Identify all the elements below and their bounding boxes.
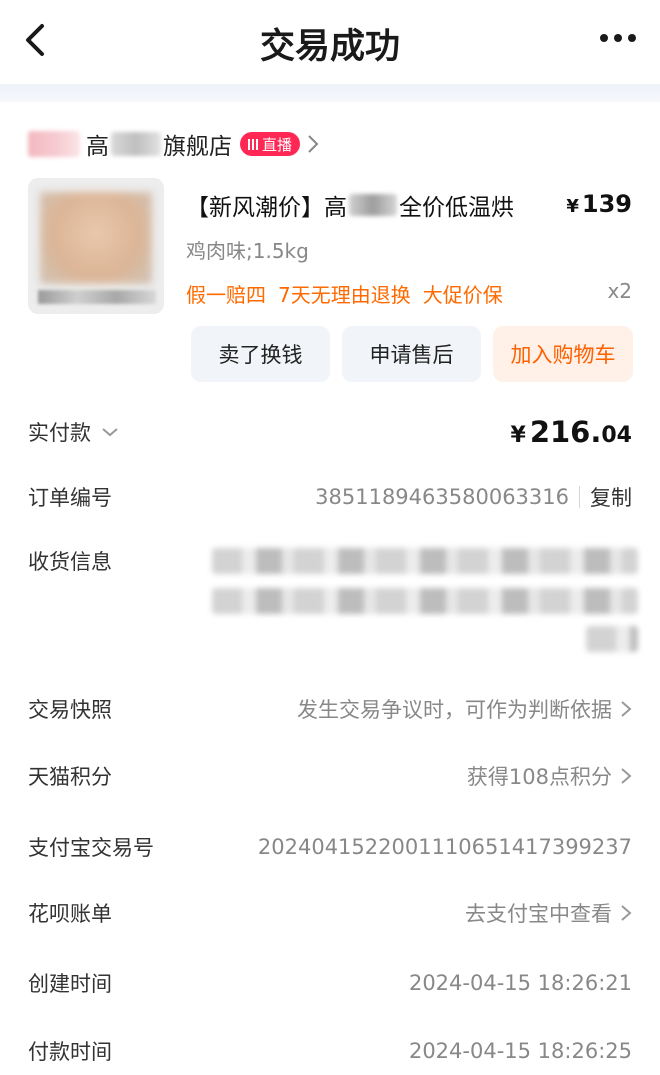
paid-int: 216. xyxy=(529,415,602,449)
order-number-row: 订单编号 3851189463580063316 复制 xyxy=(28,477,632,517)
paid-amount-label-wrap: 实付款 xyxy=(28,417,119,447)
huabei-value-wrap: 去支付宝中查看 xyxy=(465,898,632,928)
shop-name-redacted xyxy=(111,132,161,156)
product-service-tags: 假一赔四 7天无理由退换 大促价保 xyxy=(186,279,503,308)
created-time-label: 创建时间 xyxy=(28,972,112,996)
points-value: 获得108点积分 xyxy=(466,765,612,789)
live-bars-icon xyxy=(248,138,258,150)
snapshot-value: 发生交易争议时，可作为判断依据 xyxy=(297,698,612,722)
divider xyxy=(579,486,580,508)
address-line3-redacted xyxy=(586,626,638,652)
alipay-trade-row: 支付宝交易号 2024041522001110651417399237 xyxy=(28,827,632,867)
paid-amount-row[interactable]: 实付款 ¥216.04 xyxy=(28,412,632,452)
shop-name-part1: 高 xyxy=(86,134,109,160)
alipay-trade-label: 支付宝交易号 xyxy=(28,836,154,860)
points-value-wrap: 获得108点积分 xyxy=(467,761,632,791)
chevron-right-icon xyxy=(621,768,632,784)
paid-dec: 04 xyxy=(601,423,632,448)
product-thumbnail[interactable] xyxy=(28,178,164,314)
price-currency: ¥ xyxy=(566,196,579,217)
product-image-caption-blurred xyxy=(38,290,156,304)
address-label: 收货信息 xyxy=(28,550,112,574)
order-number-label: 订单编号 xyxy=(28,486,112,510)
created-time-value: 2024-04-15 18:26:21 xyxy=(408,971,632,995)
product-spec: 鸡肉味;1.5kg xyxy=(186,239,309,263)
live-badge-label: 直播 xyxy=(262,135,293,154)
shop-row[interactable]: 高 旗舰店 直播 xyxy=(28,126,320,162)
nav-header: 交易成功 xyxy=(0,0,660,84)
points-label: 天猫积分 xyxy=(28,765,112,789)
paid-amount-label: 实付款 xyxy=(28,421,91,445)
order-number-value-wrap: 3851189463580063316 复制 xyxy=(315,482,632,512)
more-options-icon[interactable] xyxy=(598,26,638,50)
paid-amount-value: ¥216.04 xyxy=(511,415,633,449)
snapshot-label: 交易快照 xyxy=(28,698,112,722)
product-price: ¥139 xyxy=(566,190,632,218)
huabei-value: 去支付宝中查看 xyxy=(465,902,612,926)
copy-button[interactable]: 复制 xyxy=(590,482,632,512)
product-quantity: x2 xyxy=(607,279,632,303)
chevron-right-icon xyxy=(621,905,632,921)
alipay-trade-value: 2024041522001110651417399237 xyxy=(257,835,632,859)
shop-logo-blurred xyxy=(28,131,80,157)
live-badge[interactable]: 直播 xyxy=(240,132,301,156)
snapshot-value-wrap: 发生交易争议时，可作为判断依据 xyxy=(297,694,632,724)
product-title-part2: 全价低温烘 xyxy=(399,195,514,221)
paid-time-row: 付款时间 2024-04-15 18:26:25 xyxy=(28,1031,632,1071)
page-title: 交易成功 xyxy=(259,27,400,67)
product-title-part1: 【新风潮价】高 xyxy=(186,195,347,221)
paid-currency: ¥ xyxy=(510,423,526,448)
points-row[interactable]: 天猫积分 获得108点积分 xyxy=(28,756,632,796)
chevron-down-icon[interactable] xyxy=(101,426,119,438)
address-line2-redacted xyxy=(212,588,638,614)
tag-price-protect: 大促价保 xyxy=(422,283,503,307)
chevron-right-icon xyxy=(621,701,632,717)
add-to-cart-button[interactable]: 加入购物车 xyxy=(493,326,633,382)
paid-time-value: 2024-04-15 18:26:25 xyxy=(408,1039,632,1063)
price-value: 139 xyxy=(581,190,632,218)
header-separator-band xyxy=(0,84,660,102)
chevron-right-icon xyxy=(308,135,319,153)
tag-7day-return: 7天无理由退换 xyxy=(278,283,411,307)
product-title[interactable]: 【新风潮价】高 全价低温烘 xyxy=(186,188,514,222)
address-line1-redacted xyxy=(212,548,638,574)
after-sale-button[interactable]: 申请售后 xyxy=(342,326,481,382)
huabei-label: 花呗账单 xyxy=(28,902,112,926)
shop-name-part2: 旗舰店 xyxy=(163,134,232,160)
tag-fake-compensation: 假一赔四 xyxy=(186,283,266,307)
product-image-blurred xyxy=(40,192,152,284)
created-time-row: 创建时间 2024-04-15 18:26:21 xyxy=(28,963,632,1003)
order-number-value: 3851189463580063316 xyxy=(315,485,569,509)
snapshot-row[interactable]: 交易快照 发生交易争议时，可作为判断依据 xyxy=(28,689,632,729)
paid-time-label: 付款时间 xyxy=(28,1040,112,1064)
sell-button[interactable]: 卖了换钱 xyxy=(191,326,330,382)
product-title-redacted xyxy=(349,194,397,216)
huabei-row[interactable]: 花呗账单 去支付宝中查看 xyxy=(28,893,632,933)
